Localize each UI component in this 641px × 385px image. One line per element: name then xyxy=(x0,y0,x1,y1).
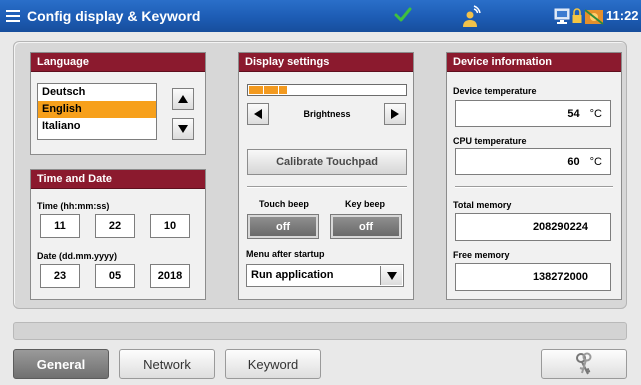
month-field[interactable]: 05 xyxy=(95,264,135,288)
chevron-down-icon xyxy=(386,271,397,280)
language-panel: Language Deutsch English Italiano xyxy=(30,52,206,155)
device-temperature-label: Device temperature xyxy=(453,86,537,96)
display-settings-panel: Display settings Brightness Calibrate To… xyxy=(238,52,414,300)
device-temperature-unit: °C xyxy=(589,107,602,120)
language-list[interactable]: Deutsch English Italiano xyxy=(37,83,157,140)
brightness-segment xyxy=(249,86,264,94)
user-icon xyxy=(463,5,481,27)
title-bar: Config display & Keyword 11:22 xyxy=(0,0,641,32)
day-field[interactable]: 23 xyxy=(40,264,80,288)
language-item-italiano[interactable]: Italiano xyxy=(38,118,156,135)
menu-after-startup-label: Menu after startup xyxy=(246,249,325,259)
time-label: Time (hh:mm:ss) xyxy=(37,201,110,211)
total-memory-label: Total memory xyxy=(453,200,512,210)
hours-field[interactable]: 11 xyxy=(40,214,80,238)
language-item-deutsch[interactable]: Deutsch xyxy=(38,84,156,101)
brightness-segment xyxy=(279,86,288,94)
minutes-field[interactable]: 22 xyxy=(95,214,135,238)
menu-icon[interactable] xyxy=(6,10,20,22)
device-information-panel: Device information Device temperature 54… xyxy=(446,52,622,300)
monitor-icon xyxy=(554,8,570,24)
device-information-header: Device information xyxy=(447,53,621,72)
menu-after-startup-value: Run application xyxy=(251,269,334,281)
free-memory-field: 138272000 xyxy=(455,263,611,291)
device-temperature-value: 54 xyxy=(567,107,580,120)
display-settings-header: Display settings xyxy=(239,53,413,72)
language-header: Language xyxy=(31,53,205,72)
brightness-decrease-button[interactable] xyxy=(247,103,269,125)
menu-after-startup-select[interactable]: Run application xyxy=(246,264,404,287)
window-title: Config display & Keyword xyxy=(27,8,201,24)
arrow-up-icon xyxy=(178,95,188,103)
cpu-temperature-label: CPU temperature xyxy=(453,136,527,146)
language-scroll-down-button[interactable] xyxy=(172,118,194,140)
time-date-panel: Time and Date Time (hh:mm:ss) 11 22 10 D… xyxy=(30,169,206,300)
brightness-fill xyxy=(249,86,288,94)
cpu-temperature-unit: °C xyxy=(589,155,602,168)
lock-icon xyxy=(572,8,582,23)
language-item-english[interactable]: English xyxy=(38,101,156,118)
check-icon xyxy=(394,7,412,22)
clock: 11:22 xyxy=(606,8,639,23)
seconds-field[interactable]: 10 xyxy=(150,214,190,238)
tab-network[interactable]: Network xyxy=(119,349,215,379)
touch-beep-label: Touch beep xyxy=(259,199,309,209)
status-bar xyxy=(13,322,627,340)
tab-general[interactable]: General xyxy=(13,349,109,379)
arrow-right-icon xyxy=(391,109,399,119)
brightness-bar xyxy=(247,84,407,96)
cpu-temperature-field: 60 °C xyxy=(455,148,611,175)
arrow-down-icon xyxy=(178,125,188,133)
divider xyxy=(247,186,407,188)
network-icon xyxy=(584,9,604,25)
cpu-temperature-value: 60 xyxy=(567,155,580,168)
divider xyxy=(455,186,613,188)
device-temperature-field: 54 °C xyxy=(455,100,611,127)
free-memory-label: Free memory xyxy=(453,250,510,260)
arrow-left-icon xyxy=(254,109,262,119)
calibrate-touchpad-button[interactable]: Calibrate Touchpad xyxy=(247,149,407,175)
tab-keyword[interactable]: Keyword xyxy=(225,349,321,379)
key-beep-label: Key beep xyxy=(345,199,386,209)
brightness-increase-button[interactable] xyxy=(384,103,406,125)
brightness-segment xyxy=(264,86,279,94)
brightness-label: Brightness xyxy=(303,109,351,119)
keys-button[interactable] xyxy=(541,349,627,379)
date-label: Date (dd.mm.yyyy) xyxy=(37,251,118,261)
system-tray-icons xyxy=(554,8,604,25)
key-beep-toggle[interactable]: off xyxy=(330,214,402,239)
year-field[interactable]: 2018 xyxy=(150,264,190,288)
language-scroll-up-button[interactable] xyxy=(172,88,194,110)
total-memory-field: 208290224 xyxy=(455,213,611,241)
time-date-header: Time and Date xyxy=(31,170,205,189)
touch-beep-toggle[interactable]: off xyxy=(247,214,319,239)
dropdown-button[interactable] xyxy=(380,266,402,285)
keys-icon xyxy=(576,352,592,375)
